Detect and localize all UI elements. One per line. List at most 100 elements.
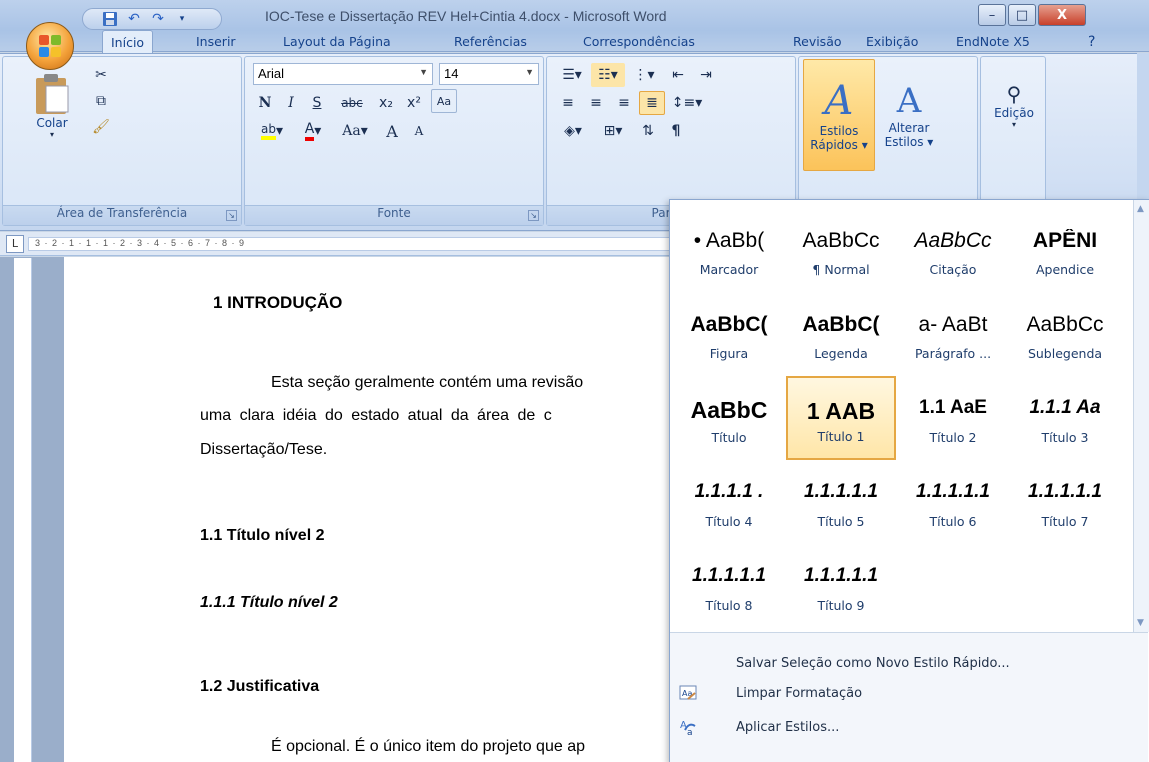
style-name: Título [711,430,747,445]
style-name: Citação [929,262,977,277]
shading-icon[interactable]: ◈▾ [555,119,591,143]
multilevel-list-icon[interactable]: ⋮▾ [627,63,661,87]
scroll-down-icon[interactable]: ▼ [1137,618,1144,628]
undo-icon[interactable]: ↶ [125,10,143,28]
heading-titulo-nivel-3: 1.1.1 Título nível 2 [200,594,338,611]
change-styles-button[interactable]: A Alterar Estilos ▾ [879,59,939,171]
style-titulo-9[interactable]: 1.1.1.1.1 Título 9 [786,544,896,628]
highlight-color-icon[interactable]: ab ▾ [253,119,291,143]
quick-styles-button[interactable]: A Estilos Rápidos ▾ [803,59,875,171]
style-titulo-1[interactable]: 1 AAB Título 1 [786,376,896,460]
document-page[interactable] [64,257,680,762]
style-titulo-5[interactable]: 1.1.1.1.1 Título 5 [786,460,896,544]
clear-format-icon[interactable]: Aa [431,89,457,113]
tab-selector-icon[interactable]: L [6,235,24,253]
line-spacing-icon[interactable]: ↕≡▾ [669,91,705,115]
style-titulo-8[interactable]: 1.1.1.1.1 Título 8 [674,544,784,628]
group-clipboard: Colar ▾ ✂ ⧉ 🖌 Área de Transferência ↘ [2,56,242,226]
tab-referencias[interactable]: Referências [446,30,535,54]
scroll-up-icon[interactable]: ▲ [1137,204,1144,214]
style-name: Título 8 [705,598,753,613]
bold-button[interactable]: N [253,91,277,115]
superscript-button[interactable]: x² [401,91,427,115]
tab-endnote[interactable]: EndNote X5 [948,30,1038,54]
sort-icon[interactable]: ⇅ [635,119,661,143]
minimize-button[interactable]: – [978,4,1006,26]
font-launcher-icon[interactable]: ↘ [528,210,539,221]
font-size-select[interactable]: 14 ▼ [439,63,539,85]
office-button[interactable] [26,22,74,70]
binoculars-icon: ⚲ [1006,81,1022,106]
tab-exibicao[interactable]: Exibição [858,30,926,54]
tab-inicio[interactable]: Início [102,30,154,55]
heading-justificativa: 1.2 Justificativa [200,678,320,695]
subscript-button[interactable]: x₂ [373,91,399,115]
paste-button[interactable]: Colar ▾ [25,65,79,145]
tab-revisao[interactable]: Revisão [785,30,850,54]
maximize-button[interactable]: □ [1008,4,1036,26]
style-name: Título 5 [817,514,865,529]
quick-access-toolbar: ↶ ↷ ▾ [82,8,222,30]
format-painter-icon[interactable]: 🖌 [87,115,115,139]
gallery-scrollbar[interactable]: ▲ ▼ [1133,200,1149,632]
shrink-font-button[interactable]: A [407,119,431,143]
copy-icon[interactable]: ⧉ [87,89,115,113]
grow-font-button[interactable]: A [379,119,405,143]
menu-apply-styles[interactable]: Aa Aplicar Estilos... [670,713,1148,741]
bullets-icon[interactable]: ☰▾ [555,63,589,87]
style-titulo-4[interactable]: 1.1.1.1 . Título 4 [674,460,784,544]
customize-qat-icon[interactable]: ▾ [173,10,191,28]
heading-introducao: 1 INTRODUÇÃO [213,293,343,312]
menu-label: Salvar Seleção como Novo Estilo Rápido..… [736,655,1010,671]
tab-inserir[interactable]: Inserir [188,30,244,54]
style-titulo[interactable]: AaBbC Título [674,376,784,460]
menu-save-quick-style[interactable]: Salvar Seleção como Novo Estilo Rápido..… [670,649,1148,677]
font-color-icon[interactable]: A ▾ [295,119,331,143]
align-left-icon[interactable]: ≡ [555,91,581,115]
ruler-marks[interactable]: 3 · 2 · 1 · 1 · 1 · 2 · 3 · 4 · 5 · 6 · … [28,237,678,251]
menu-clear-formatting[interactable]: Aa Limpar Formatação [670,679,1148,707]
cut-icon[interactable]: ✂ [87,63,115,87]
editing-button[interactable]: ⚲ Edição ▾ [989,65,1039,145]
style-normal[interactable]: AaBbCc ¶ Normal [786,208,896,292]
style-preview: 1.1.1.1.1 [804,481,878,502]
redo-icon[interactable]: ↷ [149,10,167,28]
show-marks-icon[interactable]: ¶ [663,119,689,143]
style-titulo-7[interactable]: 1.1.1.1.1 Título 7 [1010,460,1120,544]
font-family-select[interactable]: Arial ▼ [253,63,433,85]
align-right-icon[interactable]: ≡ [611,91,637,115]
vertical-ruler[interactable] [14,258,32,762]
paragraph-line: Dissertação/Tese. [200,441,328,458]
change-case-button[interactable]: Aa ▾ [335,119,375,143]
style-titulo-6[interactable]: 1.1.1.1.1 Título 6 [898,460,1008,544]
italic-button[interactable]: I [279,91,303,115]
style-paragrafo[interactable]: a- AaBt Parágrafo ... [898,292,1008,376]
tab-layout[interactable]: Layout da Página [275,30,399,54]
close-button[interactable]: X [1038,4,1086,26]
apply-styles-icon: Aa [678,717,698,737]
style-preview: • AaBb( [693,229,765,252]
clipboard-launcher-icon[interactable]: ↘ [226,210,237,221]
clear-formatting-icon: Aa [678,683,698,703]
change-styles-label1: Alterar [888,121,930,135]
decrease-indent-icon[interactable]: ⇤ [665,63,691,87]
style-apendice[interactable]: APÊNI Apendice [1010,208,1120,292]
style-titulo-2[interactable]: 1.1 AaE Título 2 [898,376,1008,460]
strikethrough-button[interactable]: abc [335,91,369,115]
borders-icon[interactable]: ⊞▾ [595,119,631,143]
style-citacao[interactable]: AaBbCc Citação [898,208,1008,292]
style-sublegenda[interactable]: AaBbCc Sublegenda [1010,292,1120,376]
style-figura[interactable]: AaBbC(Figura [674,292,784,376]
numbering-icon[interactable]: ☷▾ [591,63,625,87]
underline-button[interactable]: S [305,91,329,115]
style-titulo-3[interactable]: 1.1.1 Aa Título 3 [1010,376,1120,460]
increase-indent-icon[interactable]: ⇥ [693,63,719,87]
style-preview: AaBbCc [1026,313,1104,336]
tab-correspondencias[interactable]: Correspondências [575,30,703,54]
help-icon[interactable]: ? [1080,30,1103,54]
save-icon[interactable] [101,10,119,28]
style-legenda[interactable]: AaBbC(Legenda [786,292,896,376]
align-center-icon[interactable]: ≡ [583,91,609,115]
style-marcador[interactable]: • AaBb(Marcador [674,208,784,292]
justify-icon[interactable]: ≣ [639,91,665,115]
